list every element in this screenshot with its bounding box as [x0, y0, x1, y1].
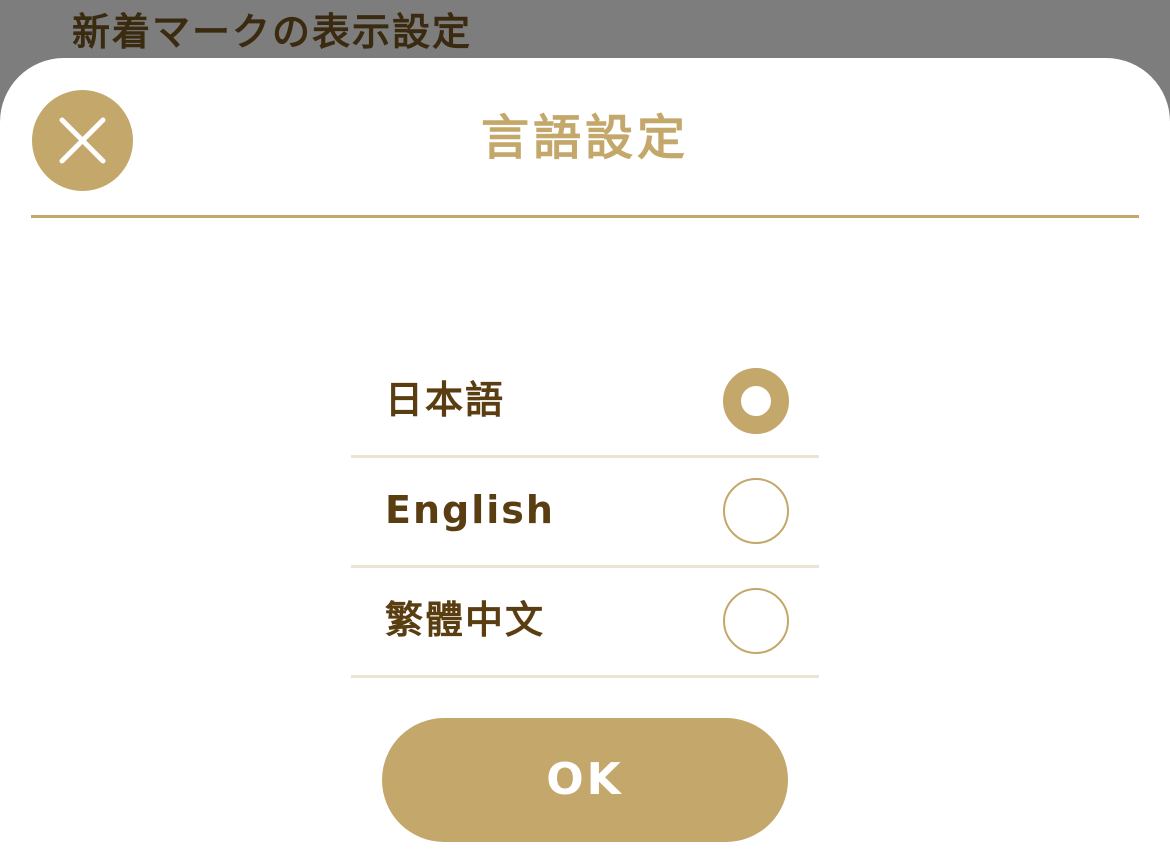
header-divider [31, 215, 1139, 218]
language-settings-modal: 言語設定 日本語 English 繁體中文 OK [0, 58, 1170, 864]
ok-button[interactable]: OK [382, 718, 788, 842]
language-option-english[interactable]: English [351, 458, 819, 568]
language-list: 日本語 English 繁體中文 [351, 348, 819, 678]
radio-selected-icon[interactable] [723, 368, 789, 434]
background-page-title: 新着マークの表示設定 [72, 10, 473, 54]
radio-unselected-icon[interactable] [723, 588, 789, 654]
language-label: 日本語 [385, 378, 506, 422]
language-option-japanese[interactable]: 日本語 [351, 348, 819, 458]
language-option-traditional-chinese[interactable]: 繁體中文 [351, 568, 819, 678]
language-label: English [385, 488, 555, 532]
language-label: 繁體中文 [385, 598, 546, 642]
modal-title: 言語設定 [480, 110, 689, 166]
radio-unselected-icon[interactable] [723, 478, 789, 544]
